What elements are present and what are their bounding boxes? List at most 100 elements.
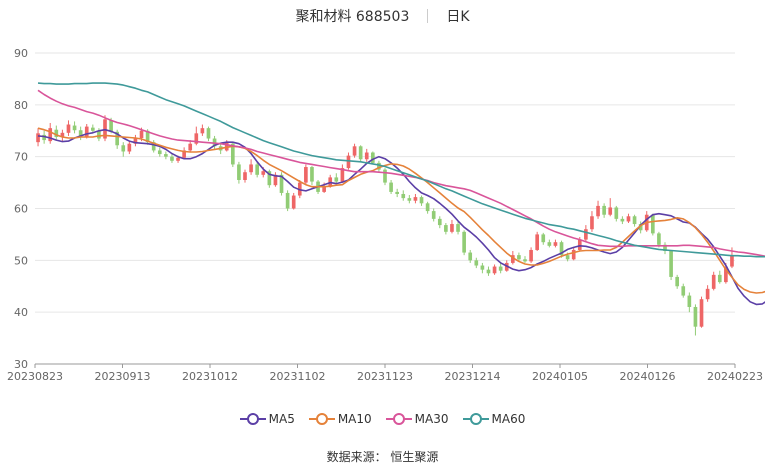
candle-body — [608, 207, 613, 215]
x-tick-label: 20231012 — [182, 370, 238, 383]
candle-body — [66, 124, 71, 133]
legend-label: MA10 — [337, 412, 372, 426]
y-tick-label: 70 — [14, 151, 28, 164]
legend-item-ma30[interactable]: MA30 — [385, 412, 449, 426]
legend-item-ma60[interactable]: MA60 — [462, 412, 526, 426]
candle-body — [84, 126, 89, 137]
candle-body — [730, 255, 734, 267]
ma30-line — [37, 89, 765, 257]
candle-body — [389, 182, 393, 192]
legend-item-ma10[interactable]: MA10 — [308, 412, 372, 426]
candle-body — [486, 269, 491, 274]
legend-item-ma5[interactable]: MA5 — [239, 412, 295, 426]
candle-body — [498, 266, 503, 271]
candle-body — [127, 143, 132, 152]
candle-body — [395, 191, 399, 194]
candle-body — [547, 242, 552, 246]
candle-body — [164, 154, 168, 157]
candle-body — [620, 218, 625, 222]
candle-body — [687, 295, 692, 307]
candle-body — [139, 130, 144, 139]
x-tick-label: 20230823 — [7, 370, 63, 383]
candle-body — [310, 167, 314, 182]
candle-body — [657, 233, 661, 245]
candle-body — [571, 249, 576, 260]
candle-body — [109, 120, 113, 132]
candle-body — [352, 146, 357, 156]
candle-body — [651, 214, 655, 234]
y-tick-label: 40 — [14, 306, 28, 319]
candle-body — [346, 155, 351, 169]
candle-body — [602, 205, 606, 215]
x-tick-label: 20231123 — [357, 370, 413, 383]
data-source: 数据来源： 恒生聚源 — [326, 450, 439, 464]
candle-body — [541, 234, 546, 243]
candle-body — [431, 211, 436, 219]
candle-body — [474, 260, 479, 266]
candle-body — [462, 231, 466, 253]
candle-body — [693, 306, 698, 327]
candle-body — [614, 207, 619, 219]
candle-body — [401, 193, 406, 199]
x-tick-label: 20240105 — [532, 370, 588, 383]
candle-body — [681, 286, 686, 296]
candle-body — [419, 197, 424, 204]
legend-marker — [385, 413, 412, 425]
candle-body — [590, 216, 594, 230]
candle-body — [425, 203, 430, 212]
legend-label: MA60 — [491, 412, 526, 426]
ma10-line — [37, 127, 765, 294]
candle-body — [383, 169, 387, 183]
candle-body — [450, 224, 454, 232]
candle-body — [529, 249, 533, 262]
candle-body — [468, 252, 473, 261]
candle-body — [492, 266, 497, 274]
candle-body — [444, 225, 448, 232]
candle-body — [632, 216, 637, 225]
candle-body — [176, 157, 180, 161]
y-tick-label: 80 — [14, 99, 28, 112]
candle-body — [535, 234, 539, 250]
x-tick-label: 20240126 — [620, 370, 676, 383]
candle-body — [717, 274, 722, 283]
x-tick-label: 20230913 — [95, 370, 151, 383]
candle-body — [121, 145, 126, 152]
legend-marker — [308, 413, 335, 425]
candle-body — [711, 274, 716, 289]
candle-body — [157, 150, 162, 155]
candle-body — [358, 146, 363, 160]
legend-label: MA5 — [268, 412, 295, 426]
candle-body — [407, 198, 412, 201]
ma5-line — [37, 128, 765, 306]
candle-body — [437, 218, 442, 226]
candle-body — [200, 128, 205, 134]
candle-body — [334, 177, 339, 182]
candle-body — [170, 156, 174, 161]
x-tick-label: 20240223 — [707, 370, 763, 383]
candle-body — [237, 164, 241, 180]
ma60-line — [37, 82, 765, 258]
candle-body — [249, 164, 253, 173]
candle-body — [322, 186, 326, 192]
legend-label: MA30 — [414, 412, 449, 426]
candle-body — [72, 125, 77, 131]
candle-body — [669, 251, 673, 277]
candle-body — [675, 276, 679, 287]
y-tick-label: 90 — [14, 47, 28, 60]
candle-body — [285, 192, 290, 209]
candle-body — [596, 205, 600, 217]
candle-body — [523, 259, 527, 262]
candle-body — [699, 299, 704, 327]
candle-body — [565, 255, 570, 260]
candle-body — [705, 288, 710, 300]
candle-body — [584, 229, 588, 240]
candle-body — [517, 255, 521, 260]
x-tick-label: 20231102 — [270, 370, 326, 383]
y-tick-label: 50 — [14, 254, 28, 267]
legend-marker — [239, 413, 266, 425]
candle-body — [413, 197, 418, 201]
candle-body — [243, 172, 247, 180]
legend: MA5 MA10 MA30 MA60 — [0, 412, 765, 426]
candle-body — [456, 224, 460, 232]
candle-body — [480, 265, 485, 270]
